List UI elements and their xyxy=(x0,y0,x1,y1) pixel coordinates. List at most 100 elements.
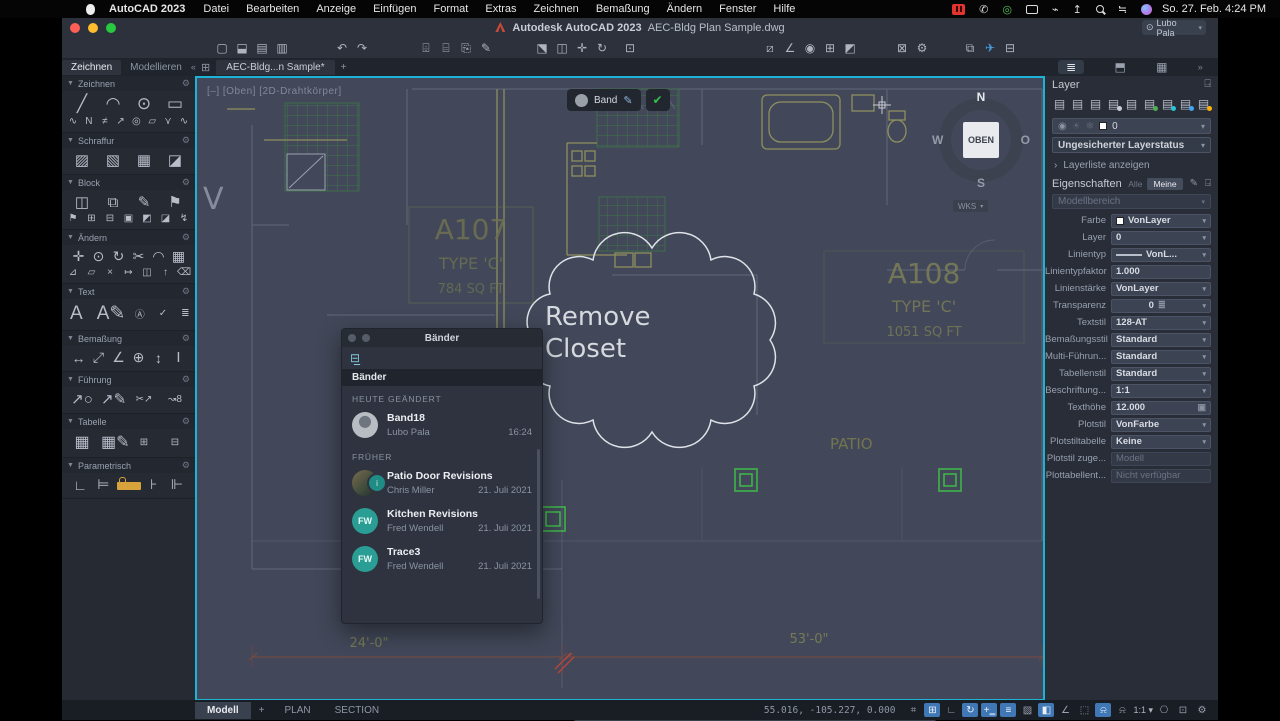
point-tool[interactable]: ⋎ xyxy=(161,116,175,127)
bemassungsstil-dropdown[interactable]: Standard ▾ xyxy=(1111,332,1211,347)
open-file-button[interactable]: ⬓ xyxy=(232,41,252,55)
menu-datei[interactable]: Datei xyxy=(203,3,229,15)
ellipse-tool[interactable]: ◎ xyxy=(129,116,143,127)
layer-state-dropdown[interactable]: Ungesicherter Layerstatus ▾ xyxy=(1052,137,1211,153)
trace-item[interactable]: FW Trace3 Fred Wendell 21. Juli 2021 xyxy=(342,540,542,578)
panel-slideout-icon[interactable]: ⍈ xyxy=(1204,78,1211,91)
text-style-tool[interactable]: Ⓐ xyxy=(135,306,145,321)
dynamic-input-toggle[interactable]: +‗ xyxy=(981,703,998,717)
polyline-tool[interactable]: N xyxy=(82,116,96,127)
menu-zeichnen[interactable]: Zeichnen xyxy=(534,3,579,15)
print-button[interactable]: ⌹ xyxy=(416,41,436,56)
beschriftung-dropdown[interactable]: 1:1 ▾ xyxy=(1111,383,1211,398)
selection-scope-dropdown[interactable]: Modellbereich ▾ xyxy=(1052,194,1211,209)
section-gear-icon[interactable]: ⚙ xyxy=(182,286,190,297)
dimension-text-2[interactable]: 53'-0" xyxy=(789,632,828,647)
geometric-constraint-tool[interactable]: ∟ xyxy=(70,477,90,493)
trace-item[interactable]: i Patio Door Revisions Chris Miller 21. J… xyxy=(342,464,542,502)
tab-modell[interactable]: Modell xyxy=(195,701,251,719)
cloud-text-line1[interactable]: Remove xyxy=(545,302,651,332)
isodraft-toggle[interactable]: ∠ xyxy=(1057,703,1073,717)
linientypfaktor-input[interactable]: 1.000 xyxy=(1111,264,1211,279)
trace-item[interactable]: Band18 Lubo Pala 16:24 xyxy=(342,406,542,444)
section-caret-icon[interactable]: ▼ xyxy=(67,80,74,87)
single-text-tool[interactable]: A✎ xyxy=(97,302,126,325)
plot-preview-button[interactable]: ⎘ xyxy=(456,41,476,56)
messaging-icon[interactable]: ◎ xyxy=(1002,3,1012,16)
screen-mirroring-icon[interactable]: ⌁ xyxy=(1052,3,1059,16)
add-layout-button[interactable]: + xyxy=(251,702,273,719)
trim-tool[interactable]: ✂ xyxy=(130,248,147,265)
section-caret-icon[interactable]: ▼ xyxy=(67,418,74,425)
rotate-tool[interactable]: ↻ xyxy=(110,248,127,265)
quick-properties-toggle[interactable]: ⊡ xyxy=(1175,703,1191,717)
tab-modellieren[interactable]: Modellieren xyxy=(121,60,191,75)
quick-properties-icon[interactable]: ✎ xyxy=(1190,178,1198,189)
dimensional-constraint-tool[interactable]: ⊦ xyxy=(144,476,164,493)
room1-number[interactable]: A107 xyxy=(435,213,508,246)
texthoehe-input[interactable]: 12.000 ▣ xyxy=(1111,400,1211,415)
record-indicator-icon[interactable] xyxy=(952,3,966,15)
customization-gear-icon[interactable]: ⚙ xyxy=(1194,703,1210,717)
section-gear-icon[interactable]: ⚙ xyxy=(182,374,190,385)
tab-properties-icon[interactable]: ▦ xyxy=(1156,60,1167,74)
tab-section[interactable]: SECTION xyxy=(323,702,391,719)
zoom-window-tool-button[interactable]: ⊡ xyxy=(620,41,640,55)
menu-aendern[interactable]: Ändern xyxy=(667,3,702,15)
add-leader-tool[interactable]: ✂↗ xyxy=(132,394,156,405)
new-drawing-tab-button[interactable]: + xyxy=(341,62,347,73)
set-base-point-tool[interactable]: ↯ xyxy=(177,213,191,224)
group-button[interactable]: ⊞ xyxy=(820,41,840,55)
farbe-dropdown[interactable]: VonLayer ▾ xyxy=(1111,213,1211,228)
drawing-tab[interactable]: AEC-Bldg...n Sample* xyxy=(216,59,335,75)
spotlight-icon[interactable] xyxy=(1095,5,1104,13)
circle-tool[interactable]: ⊙ xyxy=(132,94,156,114)
workspace-switch-icon[interactable]: ⎔ xyxy=(1156,703,1172,717)
layer-set-current-icon[interactable]: ▤ xyxy=(1106,97,1122,111)
edit-attribute-tool[interactable]: ◩ xyxy=(140,213,154,224)
menu-app-name[interactable]: AutoCAD 2023 xyxy=(109,3,185,15)
new-file-button[interactable]: ▢ xyxy=(212,41,232,55)
scrollbar[interactable] xyxy=(537,449,540,599)
line-tool[interactable]: ╱ xyxy=(70,94,94,114)
tab-layers-icon[interactable]: ≣ xyxy=(1058,60,1085,74)
drawing-canvas[interactable]: V A107 TYPE 'C' 784 SQ FT A108 TYPE 'C' … xyxy=(195,76,1048,721)
angular-dimension-tool[interactable]: ∠ xyxy=(110,349,127,366)
section-gear-icon[interactable]: ⚙ xyxy=(182,416,190,427)
block-attribute-tool[interactable]: ⚑ xyxy=(163,193,187,211)
snap-mode-toggle[interactable]: ⊞ xyxy=(924,703,941,717)
auto-constrain-tool[interactable]: ⊨ xyxy=(93,476,113,493)
layer-lock-icon[interactable]: ▤ xyxy=(1178,97,1194,111)
texthoehe-picker-icon[interactable]: ▣ xyxy=(1197,402,1206,413)
show-layer-list-expander[interactable]: › Layerliste anzeigen xyxy=(1045,156,1218,175)
wcs-dropdown[interactable]: WKS ▾ xyxy=(953,200,989,212)
layer-properties-icon[interactable]: ▤ xyxy=(1052,97,1067,111)
compass-east[interactable]: O xyxy=(1021,133,1030,147)
aligned-dimension-tool[interactable]: ⤢ xyxy=(90,349,107,366)
stretch-tool[interactable]: ▱ xyxy=(85,267,99,278)
keyboard-icon[interactable] xyxy=(1025,4,1038,14)
export-button[interactable]: ◫ xyxy=(552,41,572,55)
redo-button[interactable]: ↷ xyxy=(352,41,372,55)
rectangle-tool[interactable]: ▭ xyxy=(163,94,187,114)
match-properties-button[interactable]: ⧄ xyxy=(760,41,780,56)
clean-screen-toggle[interactable]: ⬚ xyxy=(1076,703,1092,717)
scale-tool[interactable]: ⊿ xyxy=(66,267,80,278)
siri-icon[interactable] xyxy=(1141,3,1153,15)
section-caret-icon[interactable]: ▼ xyxy=(67,137,74,144)
workspace-button[interactable]: ⚙ xyxy=(912,41,932,55)
offset-tool[interactable]: ↦ xyxy=(122,267,136,278)
menu-fenster[interactable]: Fenster xyxy=(719,3,756,15)
patio-label-1[interactable]: PATIO xyxy=(830,435,873,453)
selection-cycling-toggle[interactable]: ◧ xyxy=(1038,703,1055,717)
edit-block-tool[interactable]: ✎ xyxy=(132,193,156,211)
spline-tool[interactable]: ∿ xyxy=(66,116,80,127)
arc-tool[interactable]: ◠ xyxy=(101,94,125,114)
properties-filter-toggle[interactable]: Alle Meine xyxy=(1128,177,1183,190)
band-accept-button[interactable]: ✔ xyxy=(645,89,670,111)
linientyp-dropdown[interactable]: VonL... ▾ xyxy=(1111,247,1211,262)
diameter-dimension-tool[interactable]: ⊕ xyxy=(130,349,147,366)
room2-area[interactable]: 1051 SQ FT xyxy=(886,325,961,340)
panel-slideout-icon[interactable]: ⍈ xyxy=(1205,178,1211,189)
section-gear-icon[interactable]: ⚙ xyxy=(182,460,190,471)
